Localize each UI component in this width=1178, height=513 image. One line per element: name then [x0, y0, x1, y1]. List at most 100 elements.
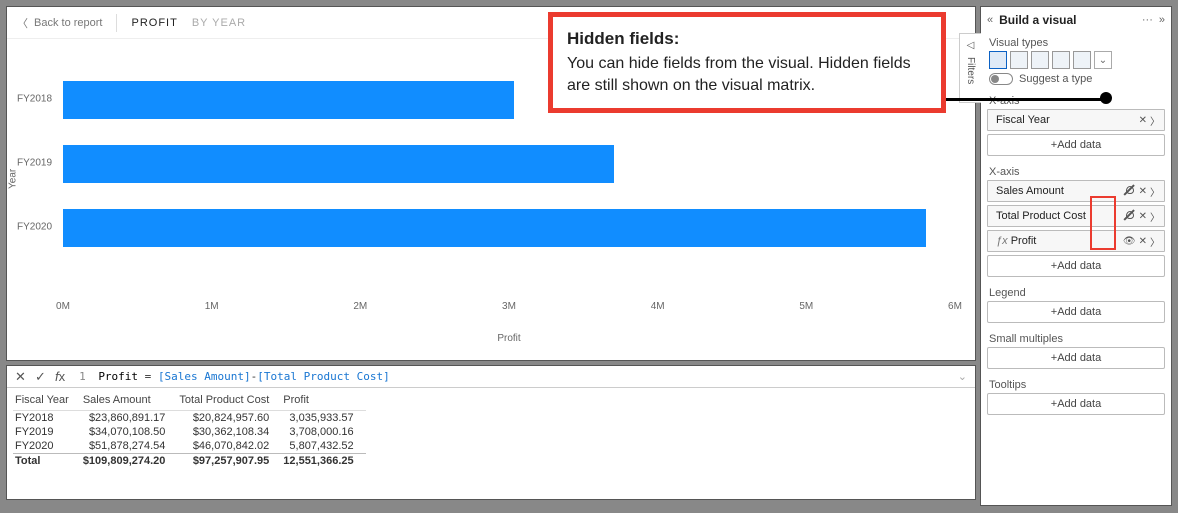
filter-icon: ◁ — [967, 40, 975, 51]
filters-pane-tab[interactable]: ◁ Filters — [959, 33, 981, 103]
visual-type-line-icon[interactable] — [1052, 51, 1070, 69]
table-row[interactable]: FY2020$51,878,274.54$46,070,842.025,807,… — [13, 439, 366, 454]
visual-type-table-icon[interactable] — [989, 51, 1007, 69]
breadcrumb-by-year[interactable]: BY YEAR — [192, 17, 246, 29]
annotation-endpoint — [1100, 92, 1112, 104]
visual-type-bar-icon[interactable] — [1010, 51, 1028, 69]
pane-header: « Build a visual ··· » — [981, 7, 1171, 33]
pane-title: Build a visual — [999, 13, 1136, 27]
bar-row: FY2020 — [63, 195, 955, 259]
x-tick-label: 1M — [205, 301, 219, 312]
field-menu-icon[interactable]: 〉 — [1150, 113, 1160, 128]
y-axis-label: Year — [8, 169, 19, 189]
well-xaxis[interactable]: Sales Amount✕〉Total Product Cost✕〉Profit… — [987, 180, 1165, 277]
x-axis: 0M1M2M3M4M5M6M — [63, 301, 955, 325]
table-cell: 3,708,000.16 — [281, 425, 365, 439]
suggest-type-label: Suggest a type — [1019, 73, 1092, 85]
visual-types-row: ⌄ — [981, 51, 1171, 73]
add-data-button[interactable]: +Add data — [987, 347, 1165, 369]
well-small-multiples[interactable]: +Add data — [987, 347, 1165, 369]
table-cell: FY2019 — [13, 425, 81, 439]
cancel-icon[interactable]: ✕ — [15, 369, 26, 384]
chevron-left-icon: 〈 — [17, 15, 28, 31]
visual-types-label: Visual types — [981, 33, 1171, 51]
annotation-callout: Hidden fields: You can hide fields from … — [548, 12, 946, 113]
add-data-button[interactable]: +Add data — [987, 393, 1165, 415]
field-name: Total Product Cost — [992, 210, 1124, 222]
data-table: Fiscal YearSales AmountTotal Product Cos… — [13, 392, 366, 468]
fx-icon[interactable]: fx — [55, 369, 65, 384]
hidden-field-icon[interactable] — [1124, 209, 1136, 224]
table-cell: FY2020 — [13, 439, 81, 454]
field-pill[interactable]: Profit👁✕〉 — [987, 230, 1165, 252]
suggest-type-row: Suggest a type — [981, 73, 1171, 91]
build-visual-pane: ◁ Filters « Build a visual ··· » Visual … — [980, 6, 1172, 506]
back-label: Back to report — [34, 17, 102, 29]
table-row[interactable]: FY2018$23,860,891.17$20,824,957.603,035,… — [13, 411, 366, 426]
table-header-cell[interactable]: Total Product Cost — [177, 392, 281, 411]
remove-field-icon[interactable]: ✕ — [1139, 186, 1147, 197]
formula-bar[interactable]: ✕ ✓ fx 1 Profit = [Sales Amount]-[Total … — [7, 366, 975, 388]
add-data-button[interactable]: +Add data — [987, 255, 1165, 277]
field-pill[interactable]: Total Product Cost ✕〉 — [987, 205, 1165, 227]
table-header-cell[interactable]: Fiscal Year — [13, 392, 81, 411]
x-tick-label: 4M — [651, 301, 665, 312]
field-name: Profit — [992, 235, 1123, 247]
remove-field-icon[interactable]: ✕ — [1139, 211, 1147, 222]
field-menu-icon[interactable]: 〉 — [1150, 209, 1160, 224]
expand-right-icon[interactable]: » — [1159, 14, 1165, 26]
x-axis-label: Profit — [63, 333, 955, 344]
well-tooltips-label: Tooltips — [981, 375, 1171, 393]
x-tick-label: 2M — [353, 301, 367, 312]
visual-type-dropdown[interactable]: ⌄ — [1094, 51, 1112, 69]
formula-text[interactable]: 1 Profit = [Sales Amount]-[Total Product… — [79, 370, 390, 383]
bar-row: FY2019 — [63, 131, 955, 195]
table-header-cell[interactable]: Sales Amount — [81, 392, 178, 411]
table-header-cell[interactable]: Profit — [281, 392, 365, 411]
field-pill[interactable]: Sales Amount✕〉 — [987, 180, 1165, 202]
collapse-left-icon[interactable]: « — [987, 14, 993, 26]
x-tick-label: 5M — [799, 301, 813, 312]
field-menu-icon[interactable]: 〉 — [1150, 184, 1160, 199]
table-body: FY2018$23,860,891.17$20,824,957.603,035,… — [13, 411, 366, 469]
suggest-type-toggle[interactable] — [989, 73, 1013, 85]
add-data-button[interactable]: +Add data — [987, 134, 1165, 156]
annotation-connector — [946, 98, 1106, 101]
well-legend[interactable]: +Add data — [987, 301, 1165, 323]
field-menu-icon[interactable]: 〉 — [1150, 234, 1160, 249]
table-cell: 3,035,933.57 — [281, 411, 365, 426]
table-cell: $20,824,957.60 — [177, 411, 281, 426]
well-xaxis-label: X-axis — [981, 162, 1171, 180]
remove-field-icon[interactable]: ✕ — [1139, 236, 1147, 247]
back-to-report-button[interactable]: 〈 Back to report — [17, 15, 102, 31]
visible-field-icon[interactable]: 👁 — [1123, 236, 1136, 247]
visual-type-column-icon[interactable] — [1031, 51, 1049, 69]
table-total-row: Total$109,809,274.20$97,257,907.9512,551… — [13, 454, 366, 469]
table-row[interactable]: FY2019$34,070,108.50$30,362,108.343,708,… — [13, 425, 366, 439]
breadcrumb-profit[interactable]: PROFIT — [131, 17, 177, 29]
x-tick-label: 3M — [502, 301, 516, 312]
bar[interactable] — [63, 145, 614, 183]
table-header-row: Fiscal YearSales AmountTotal Product Cos… — [13, 392, 366, 411]
more-options-icon[interactable]: ··· — [1142, 14, 1153, 26]
callout-title: Hidden fields: — [567, 29, 927, 49]
hidden-field-icon[interactable] — [1124, 184, 1136, 199]
table-cell: $109,809,274.20 — [81, 454, 178, 469]
bar[interactable] — [63, 209, 926, 247]
table-cell: $46,070,842.02 — [177, 439, 281, 454]
chevron-down-icon[interactable]: ⌄ — [958, 370, 967, 383]
remove-field-icon[interactable]: ✕ — [1139, 115, 1147, 126]
x-tick-label: 6M — [948, 301, 962, 312]
bar-category-label: FY2019 — [17, 158, 52, 169]
table-cell: $51,878,274.54 — [81, 439, 178, 454]
field-pill-fiscal-year[interactable]: Fiscal Year ✕ 〉 — [987, 109, 1165, 131]
add-data-button[interactable]: +Add data — [987, 301, 1165, 323]
visual-type-matrix-icon[interactable] — [1073, 51, 1091, 69]
well-yaxis[interactable]: Fiscal Year ✕ 〉 +Add data — [987, 109, 1165, 156]
commit-icon[interactable]: ✓ — [35, 369, 46, 384]
table-cell: $97,257,907.95 — [177, 454, 281, 469]
well-tooltips[interactable]: +Add data — [987, 393, 1165, 415]
well-legend-label: Legend — [981, 283, 1171, 301]
bar-category-label: FY2020 — [17, 222, 52, 233]
bar[interactable] — [63, 81, 514, 119]
